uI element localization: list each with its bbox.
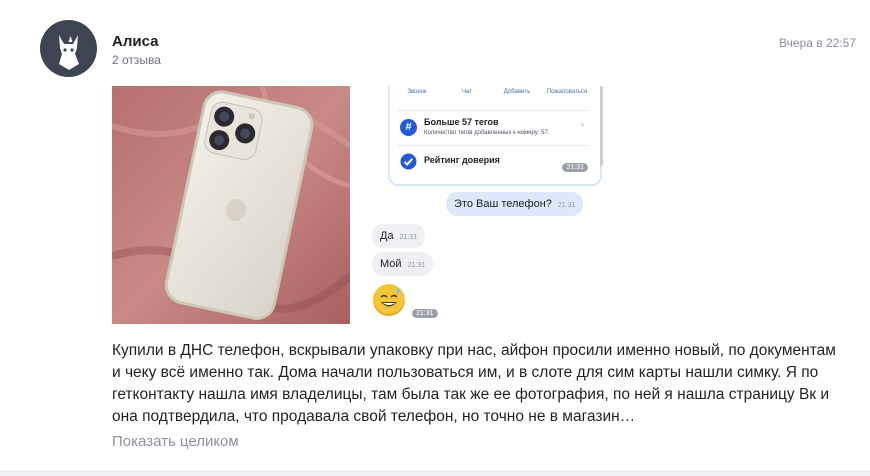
message-time: 21:31 [557,202,576,209]
phone-photo-image [112,86,350,324]
message-text: Да [380,230,394,242]
divider [0,470,870,476]
show-more-link[interactable]: Показать целиком [112,433,239,450]
caller-info-card: Звонок Чат Добавить Пожаловаться # Больш… [388,86,602,186]
author-name[interactable]: Алиса [112,33,158,50]
reviews-count: 2 отзыва [112,53,161,67]
message-text: Мой [380,258,402,270]
tags-row: # Больше 57 тегов Количество тегов добав… [398,110,588,145]
grinning-sweat-emoji-icon [373,284,405,316]
review-text: Купили в ДНС телефон, вскрывали упаковку… [112,342,836,425]
trust-title: Рейтинг доверия [424,155,500,165]
message-text: Это Ваш телефон? [454,198,552,210]
tags-subtitle: Количество тегов добавленных к номеру: 5… [424,130,550,136]
action-report-label: Пожаловаться [546,89,588,95]
trust-row: Рейтинг доверия 21:31 [398,145,588,178]
message-bubble-out: Это Ваш телефон? 21:31 [446,192,584,216]
review-photo-phone[interactable] [112,86,350,324]
chevron-right-icon: › [580,119,584,131]
action-add: Добавить [492,86,542,95]
tags-title: Больше 57 тегов [424,117,499,127]
caller-actions-row: Звонок Чат Добавить Пожаловаться [390,86,600,108]
emoji-time: 21:31 [412,309,438,318]
check-badge-icon [400,153,417,170]
action-call-label: Звонок [407,89,427,95]
action-add-label: Добавить [503,89,531,95]
hash-icon: # [400,119,417,136]
message-bubble-in: Да 21:31 [372,224,426,248]
action-call: Звонок [392,86,442,95]
action-report: Пожаловаться [542,86,592,95]
review-date: Вчера в 22:57 [779,36,856,50]
trust-time: 21:31 [562,163,588,172]
message-time: 21:31 [399,234,418,241]
action-chat: Чат [442,86,492,95]
message-bubble-in: Мой 21:31 [372,252,434,276]
action-chat-label: Чат [462,89,472,95]
chat-scrollbar [600,86,603,166]
avatar[interactable] [40,20,97,77]
fox-avatar-icon [59,35,79,70]
review-photo-chat[interactable]: Звонок Чат Добавить Пожаловаться # Больш… [366,86,604,324]
message-time: 21:31 [407,262,426,269]
